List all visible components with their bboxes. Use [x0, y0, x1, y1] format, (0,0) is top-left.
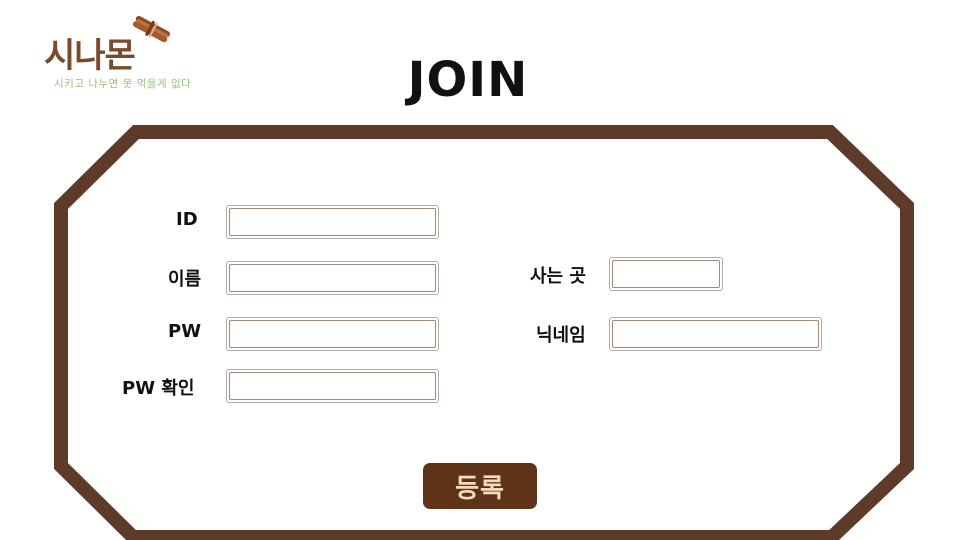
pw-field: [226, 317, 439, 351]
pw-confirm-input[interactable]: [229, 372, 436, 400]
address-input[interactable]: [612, 260, 720, 288]
id-label: ID: [176, 209, 198, 230]
nickname-label: 닉네임: [536, 325, 586, 346]
page-title: JOIN: [407, 52, 529, 108]
id-field: [226, 205, 439, 239]
name-field: [226, 261, 439, 295]
address-field: [609, 257, 723, 291]
pw-label: PW: [168, 321, 202, 342]
pw-confirm-label: PW 확인: [122, 378, 195, 399]
name-input[interactable]: [229, 264, 436, 292]
address-label: 사는 곳: [530, 266, 586, 287]
id-input[interactable]: [229, 208, 436, 236]
nickname-field: [609, 317, 822, 351]
pw-confirm-field: [226, 369, 439, 403]
nickname-input[interactable]: [612, 320, 819, 348]
name-label: 이름: [168, 269, 202, 290]
pw-input[interactable]: [229, 320, 436, 348]
register-button[interactable]: 등록: [423, 463, 537, 509]
